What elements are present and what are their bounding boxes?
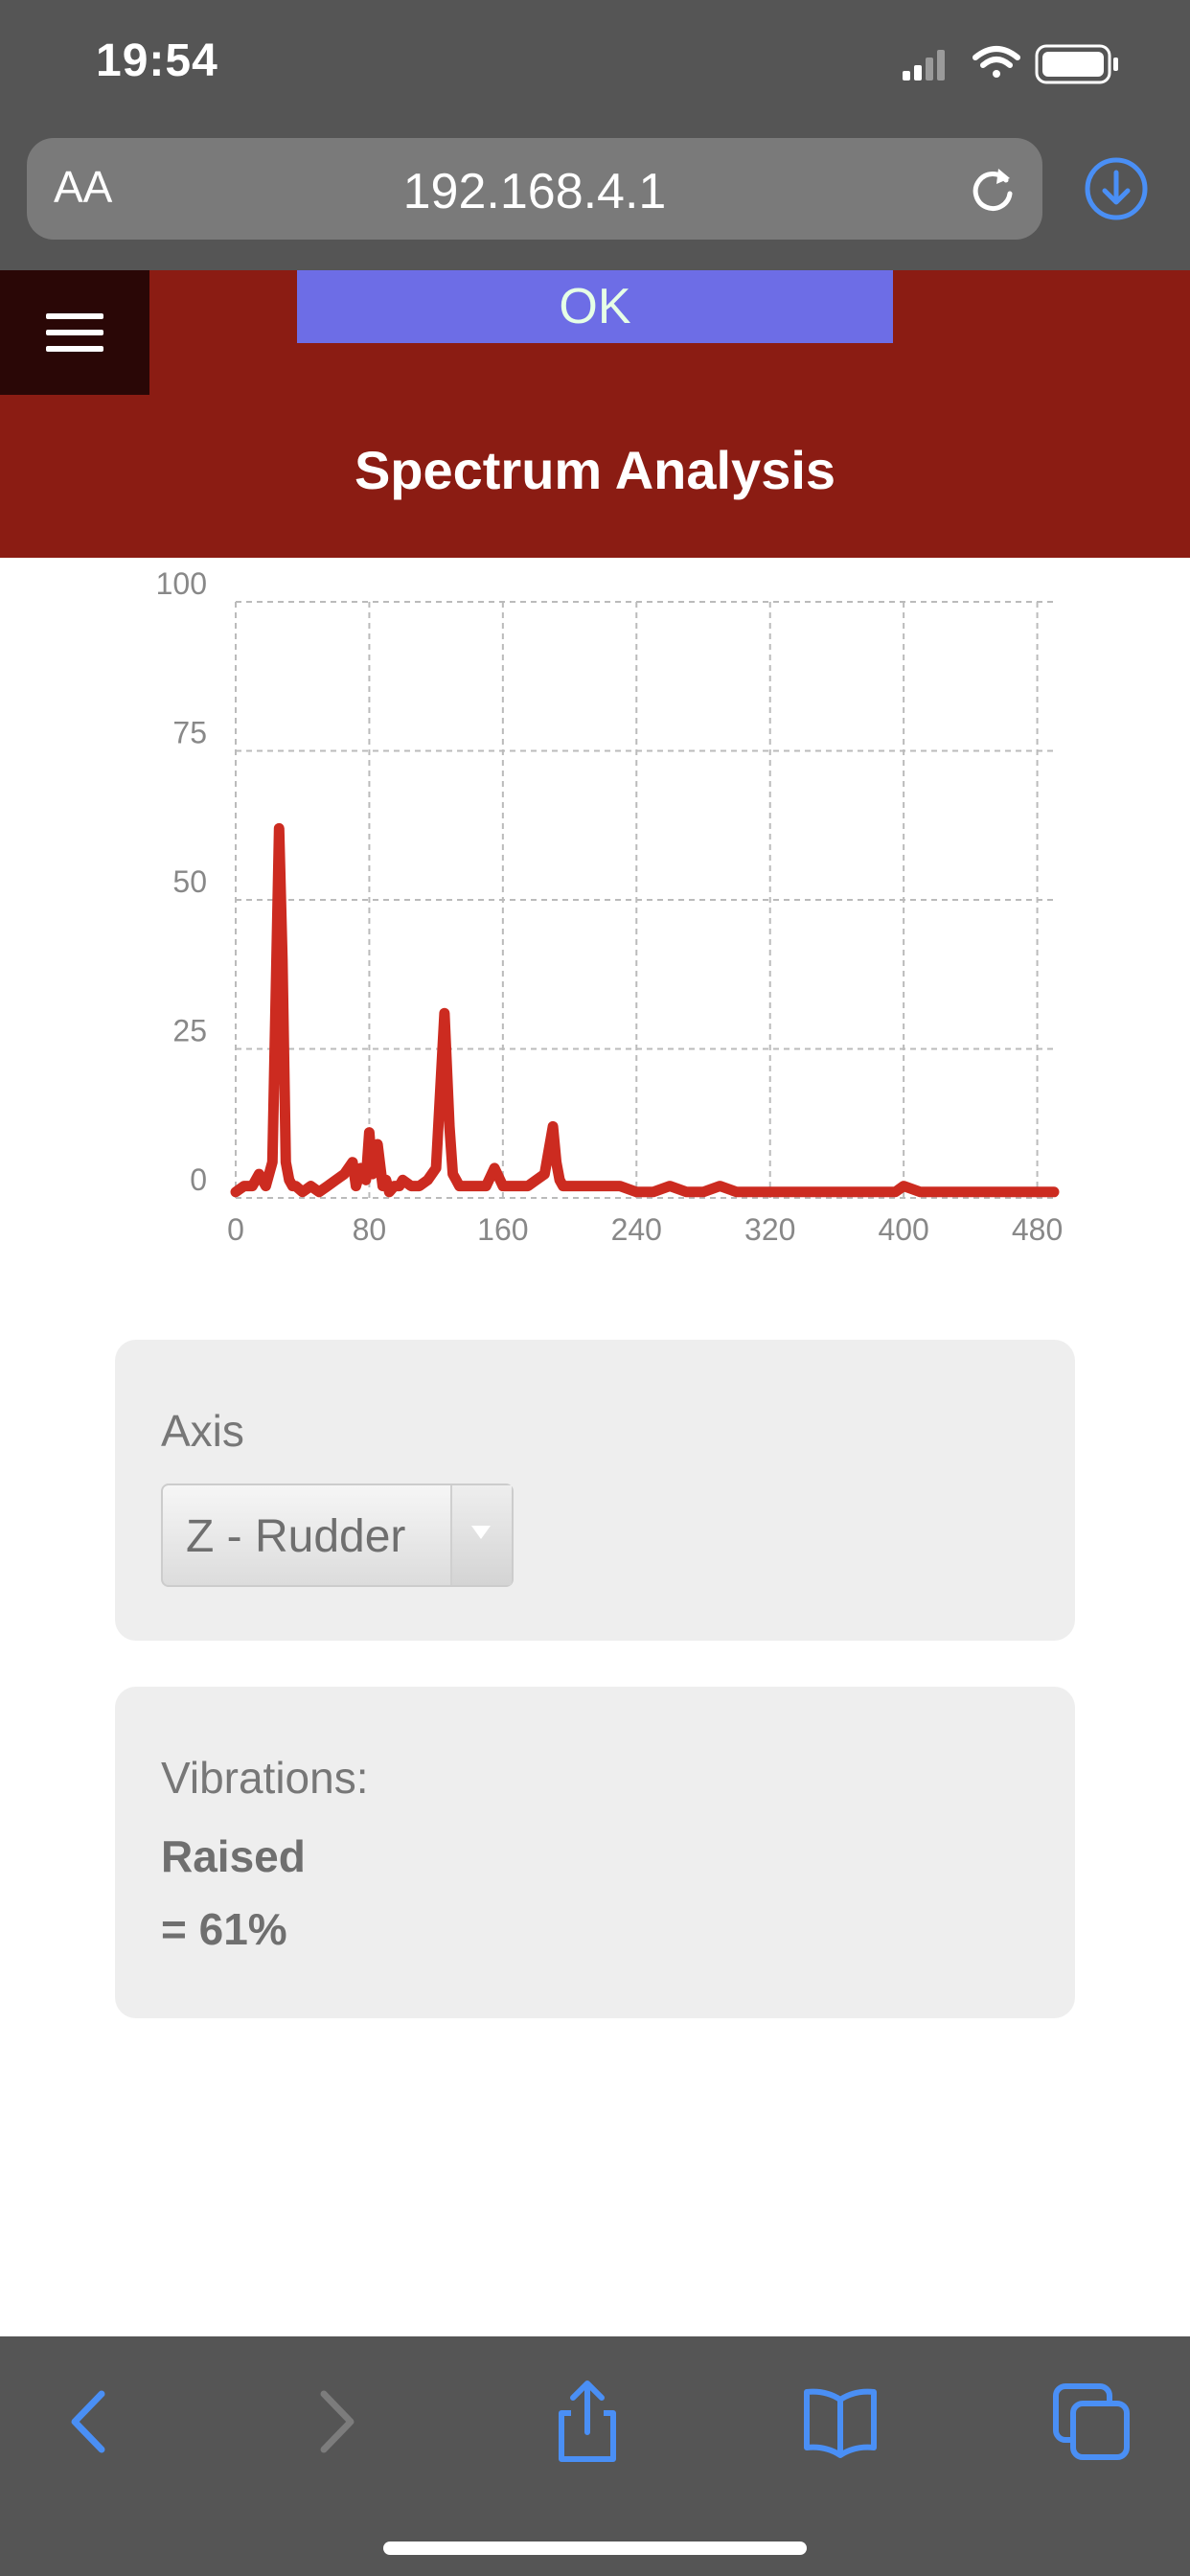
axis-select[interactable]: Z - Rudder — [161, 1484, 514, 1587]
share-icon[interactable] — [544, 2379, 630, 2465]
ok-status-banner: OK — [297, 270, 893, 343]
browser-toolbar: AA 192.168.4.1 — [0, 134, 1190, 270]
axis-select-value: Z - Rudder — [186, 1511, 406, 1562]
battery-icon — [1035, 44, 1118, 84]
status-time: 19:54 — [96, 35, 218, 86]
menu-button[interactable] — [0, 270, 149, 395]
spectrum-series-line — [230, 822, 1060, 1198]
y-tick-label: 25 — [172, 1014, 207, 1048]
page-title: Spectrum Analysis — [354, 440, 836, 500]
tabs-icon[interactable] — [1048, 2379, 1134, 2465]
address-bar[interactable]: AA 192.168.4.1 — [27, 138, 1042, 240]
x-tick-label: 240 — [611, 1212, 662, 1247]
reload-icon[interactable] — [964, 161, 1021, 218]
url-text[interactable]: 192.168.4.1 — [27, 163, 1042, 220]
forward-icon[interactable] — [293, 2379, 379, 2465]
x-tick-label: 0 — [227, 1212, 244, 1247]
wifi-icon — [973, 46, 1020, 78]
dropdown-arrow-icon[interactable] — [450, 1485, 512, 1585]
y-tick-label: 100 — [156, 566, 207, 601]
x-tick-label: 160 — [477, 1212, 528, 1247]
x-tick-label: 320 — [744, 1212, 795, 1247]
vibrations-panel: Vibrations: Raised = 61% — [115, 1687, 1075, 2018]
back-icon[interactable] — [46, 2379, 132, 2465]
bottom-toolbar — [0, 2336, 1190, 2576]
x-tick-label: 480 — [1012, 1212, 1063, 1247]
cellular-signal-icon — [903, 50, 945, 80]
hamburger-icon — [46, 313, 103, 319]
download-icon[interactable] — [1083, 155, 1150, 222]
page-header: OK Spectrum Analysis — [0, 270, 1190, 558]
y-tick-label: 75 — [172, 716, 207, 750]
axis-label: Axis — [161, 1406, 244, 1456]
spectrum-chart: 0 25 50 75 100 0 80 160 240 320 400 480 — [156, 566, 1064, 1247]
vibrations-label: Vibrations: — [161, 1753, 369, 1803]
x-tick-label: 80 — [353, 1212, 387, 1247]
vibrations-status: Raised — [161, 1831, 306, 1881]
x-tick-label: 400 — [878, 1212, 928, 1247]
axis-panel: Axis Z - Rudder — [115, 1340, 1075, 1641]
y-tick-label: 0 — [190, 1162, 207, 1197]
status-bar: 19:54 — [0, 0, 1190, 134]
home-indicator — [383, 2542, 807, 2555]
status-icons — [903, 42, 1133, 88]
bookmarks-icon[interactable] — [797, 2379, 883, 2465]
y-tick-label: 50 — [172, 864, 207, 899]
vibrations-value: = 61% — [161, 1904, 287, 1954]
